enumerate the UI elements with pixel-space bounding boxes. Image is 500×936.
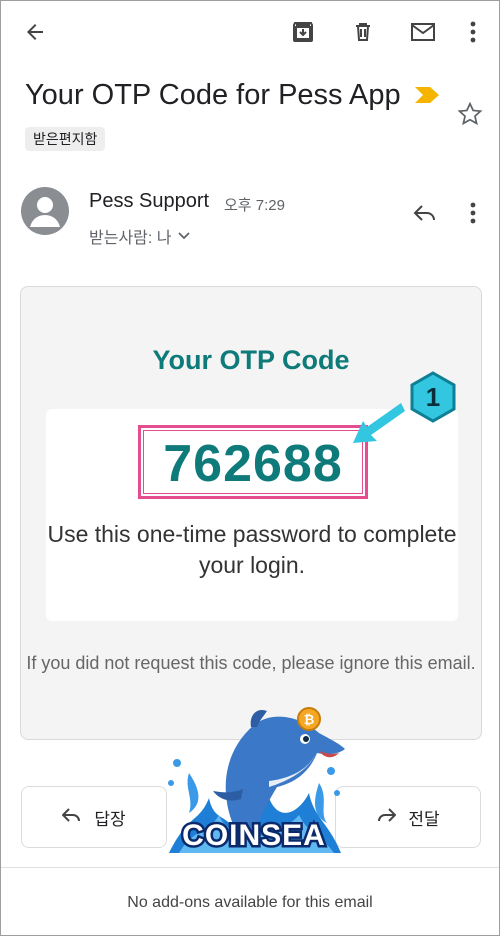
star-icon[interactable] — [457, 101, 483, 132]
mail-icon[interactable] — [407, 16, 439, 48]
annotation-number: 1 — [426, 382, 440, 412]
addons-divider — [1, 867, 499, 868]
email-body-card: Your OTP Code 762688 Use this one-time p… — [20, 286, 482, 740]
inbox-label-chip[interactable]: 받은편지함 — [25, 127, 106, 151]
chevron-down-icon — [177, 227, 190, 245]
ignore-note: If you did not request this code, please… — [26, 653, 476, 673]
importance-marker-icon[interactable] — [415, 87, 439, 108]
reply-label: 답장 — [94, 809, 126, 829]
coinsea-logotype: COINSEA — [182, 819, 326, 852]
reply-button[interactable]: 답장 — [21, 786, 167, 848]
archive-icon[interactable] — [287, 16, 319, 48]
avatar[interactable] — [21, 187, 69, 235]
reply-icon[interactable] — [409, 199, 441, 227]
sender-name[interactable]: Pess Support — [89, 190, 209, 213]
coinsea-watermark-logo: ₿ COINSEA — [168, 707, 345, 855]
bitcoin-icon: ₿ — [304, 712, 315, 727]
annotation-arrow-badge: 1 — [353, 371, 456, 443]
arrow-left-icon[interactable] — [19, 16, 51, 48]
reply-arrow-icon — [61, 807, 82, 828]
more-vert-icon[interactable] — [461, 16, 485, 48]
otp-code[interactable]: 762688 — [141, 434, 365, 494]
otp-instruction: Use this one-time password to complete y… — [47, 521, 457, 578]
recipient-details[interactable]: 받는사람: 나 — [89, 224, 190, 248]
forward-arrow-icon — [376, 807, 397, 828]
forward-button[interactable]: 전달 — [335, 786, 481, 848]
otp-highlight-box: 762688 — [138, 425, 368, 499]
top-toolbar — [1, 1, 499, 61]
recipient-text: 받는사람: 나 — [89, 230, 172, 247]
forward-label: 전달 — [408, 809, 440, 829]
sent-time: 오후 7:29 — [224, 197, 285, 214]
message-more-icon[interactable] — [463, 199, 483, 227]
email-subject: Your OTP Code for Pess App — [25, 79, 401, 111]
addons-message: No add-ons available for this email — [127, 894, 373, 911]
trash-icon[interactable] — [347, 16, 379, 48]
